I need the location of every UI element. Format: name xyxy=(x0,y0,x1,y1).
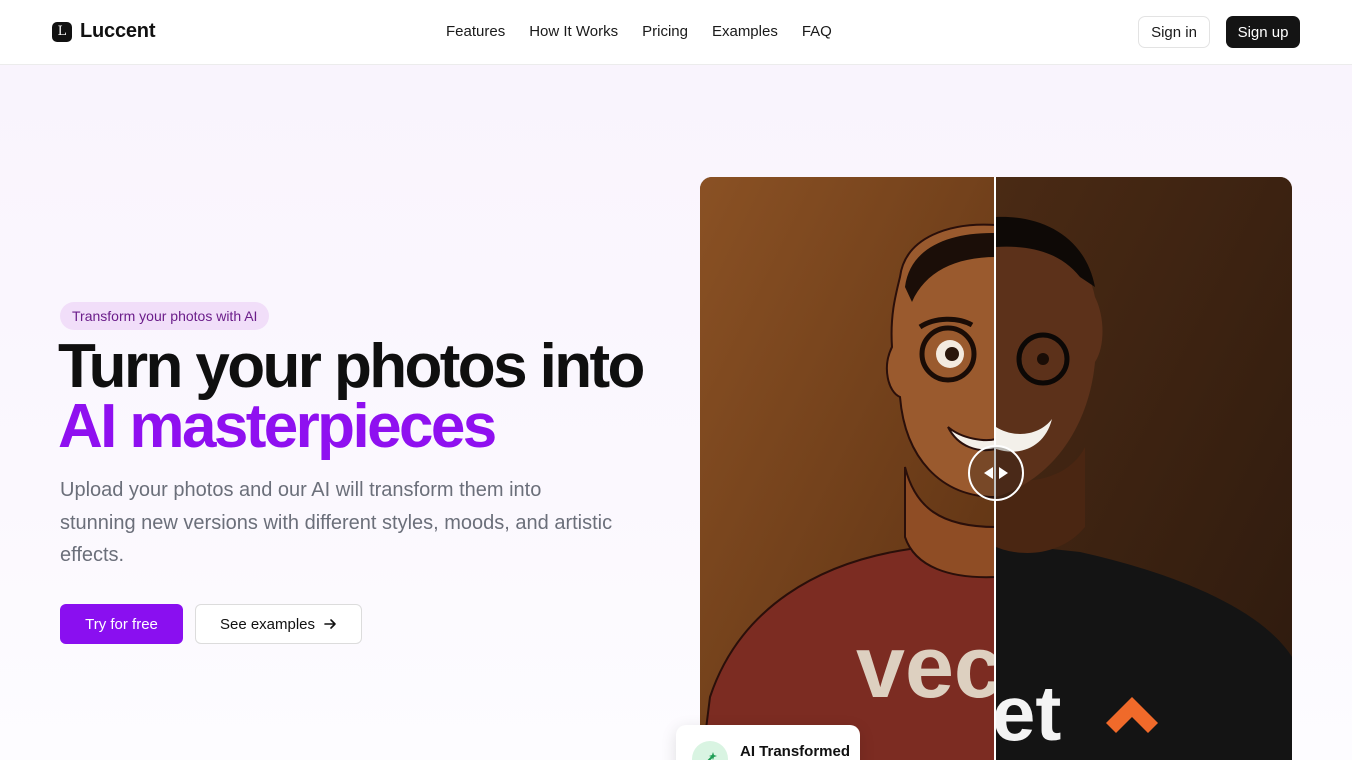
photo-half: et xyxy=(992,177,1292,760)
sign-up-button[interactable]: Sign up xyxy=(1226,16,1300,48)
see-examples-button[interactable]: See examples xyxy=(195,604,362,644)
illustrated-half: vec xyxy=(700,177,1003,760)
see-examples-label: See examples xyxy=(219,615,316,633)
photo-shirt-text: et xyxy=(992,669,1061,757)
headline-line-1: Turn your photos into xyxy=(58,332,645,401)
sign-in-button[interactable]: Sign in xyxy=(1138,16,1210,48)
brand-logo[interactable]: L Luccent xyxy=(52,20,155,43)
nav-link-examples[interactable]: Examples xyxy=(712,22,778,42)
brand-name: Luccent xyxy=(80,20,156,42)
headline-line-2: AI masterpieces xyxy=(58,392,497,461)
hero-headline: Turn your photos into AI masterpieces xyxy=(58,332,678,461)
hero-section: Transform your photos with AI Turn your … xyxy=(0,65,1352,760)
top-nav-bar: L Luccent Features How It Works Pricing … xyxy=(0,0,1352,65)
hero-badge: Transform your photos with AI xyxy=(60,302,270,330)
arrow-right-icon xyxy=(324,619,336,629)
compare-slider-icon[interactable] xyxy=(968,445,1024,501)
illustrated-shirt-text: vec xyxy=(856,617,1003,716)
try-for-free-button[interactable]: Try for free xyxy=(60,604,183,644)
ai-transformed-label: AI Transformed xyxy=(740,743,851,760)
nav-link-features[interactable]: Features xyxy=(446,22,505,42)
sparkle-icon xyxy=(692,741,728,760)
nav-link-pricing[interactable]: Pricing xyxy=(642,22,688,42)
compare-arrows-icon xyxy=(984,467,1008,479)
logo-icon: L xyxy=(52,21,72,42)
hero-subtext: Upload your photos and our AI will trans… xyxy=(60,479,613,566)
ai-transformed-card: AI Transformed xyxy=(676,725,860,760)
nav-link-faq[interactable]: FAQ xyxy=(802,22,832,42)
before-after-compare[interactable]: vec et xyxy=(700,177,1292,760)
main-nav: Features How It Works Pricing Examples F… xyxy=(446,22,832,42)
nav-link-how-it-works[interactable]: How It Works xyxy=(529,22,618,42)
